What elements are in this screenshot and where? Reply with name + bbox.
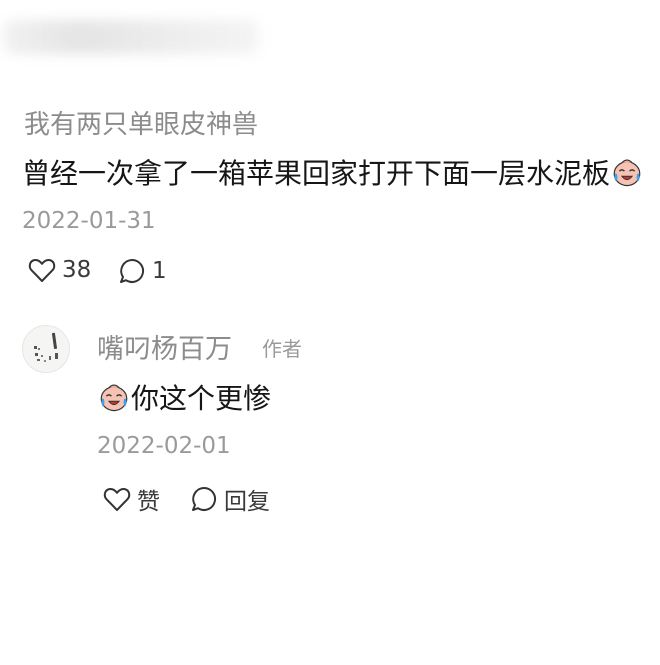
- like-button[interactable]: 38: [28, 257, 91, 283]
- heart-icon: [28, 258, 56, 282]
- comment-bubble-icon: [192, 486, 216, 511]
- comment-username[interactable]: 我有两只单眼皮神兽: [24, 104, 258, 141]
- reply-button[interactable]: 回复: [190, 482, 270, 516]
- blurred-header: [4, 20, 259, 54]
- reply-count: 1: [152, 258, 167, 284]
- like-label: 赞: [137, 489, 160, 515]
- reply-count-button[interactable]: 1: [118, 257, 167, 285]
- author-badge: 作者: [262, 337, 302, 361]
- comment-date: 2022-01-31: [22, 208, 156, 234]
- avatar-image: [34, 332, 58, 362]
- reply-label: 回复: [224, 489, 270, 515]
- crying-laughing-emoji-icon: [613, 159, 641, 187]
- crying-laughing-emoji-icon: [100, 384, 128, 412]
- comment-text-row: 曾经一次拿了一箱苹果回家打开下面一层水泥板: [22, 152, 644, 192]
- like-count: 38: [62, 257, 92, 283]
- reply-date: 2022-02-01: [97, 433, 231, 459]
- reply-text: 你这个更惨: [131, 382, 272, 415]
- heart-icon: [103, 487, 131, 511]
- reply-like-button[interactable]: 赞: [103, 482, 160, 516]
- comment-bubble-icon: [120, 258, 144, 283]
- comment-text: 曾经一次拿了一箱苹果回家打开下面一层水泥板: [22, 157, 611, 190]
- reply-username[interactable]: 嘴叼杨百万: [97, 327, 232, 366]
- avatar[interactable]: [22, 325, 70, 373]
- reply-text-row: 你这个更惨: [97, 377, 271, 417]
